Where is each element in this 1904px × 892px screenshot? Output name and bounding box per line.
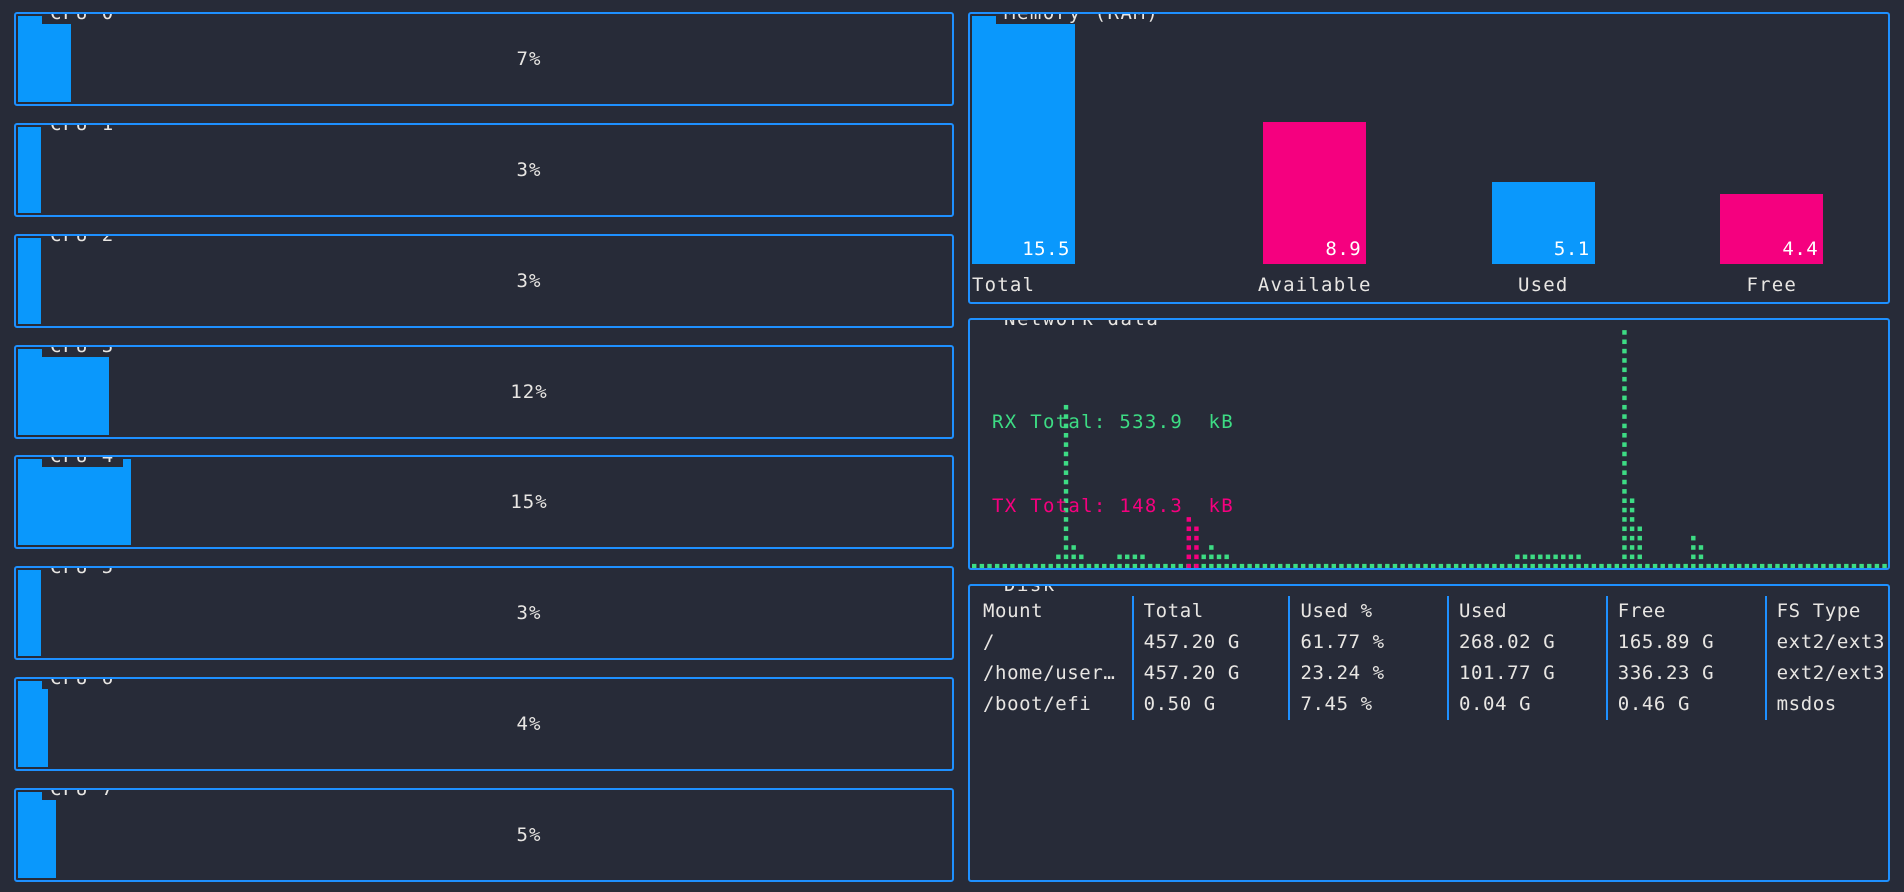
- cpu-panel-4: CPU 4 15%: [14, 455, 954, 550]
- disk-cell-free: 165.89 G: [1605, 627, 1766, 658]
- memory-bar-slot-free: 4.4 Free: [1658, 16, 1887, 300]
- network-totals: RX Total: 533.9 kB TX Total: 148.3 kB: [992, 352, 1235, 568]
- disk-cell-free: 336.23 G: [1605, 658, 1766, 689]
- disk-cell-used_percent: 23.24 %: [1288, 658, 1448, 689]
- disk-panel-title: Disk: [996, 586, 1064, 596]
- cpu-usage-bar-7: [18, 791, 56, 878]
- disk-column-header-3: Used: [1446, 596, 1607, 627]
- disk-panel: Disk Mount Total Used % Used Free FS Type / 45…: [968, 584, 1890, 882]
- cpu-panel-7: CPU 7 5%: [14, 787, 954, 882]
- cpu-usage-percent-0: 7%: [516, 48, 542, 70]
- disk-table-row: /home/user… 457.20 G 23.24 % 101.77 G 336.23…: [973, 658, 1885, 689]
- cpu-panel-title-2: CPU 2: [42, 235, 123, 246]
- cpu-panel-1: CPU 1 3%: [14, 122, 954, 217]
- disk-cell-mount: /home/user…: [983, 662, 1116, 684]
- disk-cell-mount: /boot/efi: [983, 693, 1092, 715]
- cpu-panel-title-0: CPU 0: [42, 14, 123, 24]
- memory-bar-label-available: Available: [1257, 274, 1372, 296]
- cpu-usage-bar-5: [18, 570, 41, 657]
- disk-table: Mount Total Used % Used Free FS Type / 457.20 …: [973, 596, 1885, 720]
- cpu-usage-percent-3: 12%: [510, 380, 548, 403]
- network-rx-total: RX Total: 533.9 kB: [992, 411, 1235, 433]
- disk-table-row: / 457.20 G 61.77 % 268.02 G 165.89 Gext2/ext…: [973, 627, 1885, 658]
- cpu-usage-percent-7: 5%: [516, 823, 542, 846]
- disk-cell-used: 101.77 G: [1446, 658, 1607, 689]
- cpu-column: CPU 0 7% CPU 1 3% CPU 2 3% CPU 3 12% CPU 4 15% CPU…: [14, 12, 954, 882]
- network-tx-total: TX Total: 148.3 kB: [992, 495, 1235, 517]
- disk-cell-total: 457.20 G: [1131, 627, 1290, 658]
- cpu-panel-0: CPU 0 7%: [14, 12, 954, 106]
- network-panel: Network data RX Total: 533.9 kB TX Total…: [968, 318, 1890, 570]
- disk-cell-used_percent: 61.77 %: [1288, 627, 1448, 658]
- cpu-usage-percent-6: 4%: [516, 713, 542, 736]
- memory-panel-title: Memory (RAM): [996, 14, 1168, 24]
- disk-cell-fs_type: ext2/ext3: [1764, 627, 1885, 658]
- disk-column-header-2: Used %: [1288, 596, 1448, 627]
- disk-column-header-4: Free: [1605, 596, 1766, 627]
- memory-bar-label-used: Used: [1517, 274, 1569, 296]
- cpu-usage-bar-3: [18, 348, 109, 435]
- memory-panel: Memory (RAM) 15.5 Total 8.9 Available 5.1 Use…: [968, 12, 1890, 304]
- memory-bar-slot-used: 5.1 Used: [1429, 16, 1658, 300]
- cpu-usage-percent-2: 3%: [516, 269, 542, 292]
- disk-table-row: /boot/efi 0.50 G 7.45 % 0.04 G 0.46 Gmsdos: [973, 689, 1885, 720]
- cpu-usage-bar-4: [18, 459, 132, 546]
- cpu-usage-percent-4: 15%: [510, 491, 548, 514]
- cpu-usage-bar-6: [18, 681, 49, 768]
- disk-column-header-0: Mount: [983, 600, 1044, 622]
- memory-bar-used: 5.1: [1491, 182, 1595, 264]
- memory-bar-slot-available: 8.9 Available: [1201, 16, 1430, 300]
- cpu-panel-title-7: CPU 7: [42, 789, 123, 800]
- disk-table-body: / 457.20 G 61.77 % 268.02 G 165.89 Gext2/ext…: [973, 627, 1885, 720]
- disk-cell-used: 0.04 G: [1446, 689, 1607, 720]
- cpu-panel-3: CPU 3 12%: [14, 344, 954, 439]
- cpu-usage-bar-1: [18, 126, 41, 213]
- cpu-usage-percent-1: 3%: [516, 158, 542, 181]
- memory-bar-label-total: Total: [972, 274, 1036, 296]
- disk-cell-free: 0.46 G: [1605, 689, 1766, 720]
- cpu-panel-5: CPU 5 3%: [14, 566, 954, 661]
- cpu-panel-title-5: CPU 5: [42, 568, 123, 579]
- cpu-usage-bar-2: [18, 237, 41, 324]
- disk-cell-total: 0.50 G: [1131, 689, 1290, 720]
- disk-cell-used: 268.02 G: [1446, 627, 1607, 658]
- system-monitor-window: CPU 0 7% CPU 1 3% CPU 2 3% CPU 3 12% CPU 4 15% CPU…: [0, 0, 1904, 892]
- disk-column-header-5: FS Type: [1764, 596, 1885, 627]
- disk-cell-mount: /: [983, 631, 996, 653]
- cpu-panel-title-1: CPU 1: [42, 124, 123, 135]
- disk-cell-fs_type: msdos: [1764, 689, 1885, 720]
- cpu-panel-2: CPU 2 3%: [14, 233, 954, 328]
- memory-bar-slot-total: 15.5 Total: [972, 16, 1201, 300]
- memory-bar-free: 4.4: [1720, 194, 1824, 264]
- memory-bar-available: 8.9: [1263, 122, 1367, 264]
- disk-cell-total: 457.20 G: [1131, 658, 1290, 689]
- right-column: Memory (RAM) 15.5 Total 8.9 Available 5.1 Use…: [968, 12, 1890, 882]
- disk-table-header-row: Mount Total Used % Used Free FS Type: [973, 596, 1885, 627]
- disk-column-header-1: Total: [1131, 596, 1290, 627]
- cpu-panel-title-4: CPU 4: [42, 457, 123, 468]
- cpu-panel-title-6: CPU 6: [42, 679, 123, 690]
- disk-cell-fs_type: ext2/ext3: [1764, 658, 1885, 689]
- disk-cell-used_percent: 7.45 %: [1288, 689, 1448, 720]
- cpu-usage-bar-0: [18, 16, 71, 102]
- cpu-usage-percent-5: 3%: [516, 602, 542, 625]
- cpu-panel-6: CPU 6 4%: [14, 677, 954, 772]
- cpu-panel-title-3: CPU 3: [42, 346, 123, 357]
- memory-bar-total: 15.5: [972, 16, 1075, 264]
- disk-table-head: Mount Total Used % Used Free FS Type: [973, 596, 1885, 627]
- memory-bar-chart: 15.5 Total 8.9 Available 5.1 Used 4.4 Free: [972, 16, 1886, 300]
- network-panel-title: Network data: [996, 320, 1168, 330]
- memory-bar-label-free: Free: [1746, 274, 1798, 296]
